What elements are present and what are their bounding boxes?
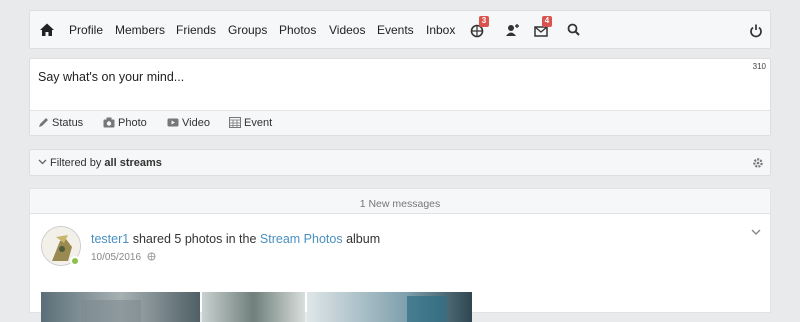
status-action-label: Status: [52, 117, 84, 129]
nav-friends[interactable]: Friends: [176, 23, 216, 37]
user-link[interactable]: tester1: [91, 232, 129, 246]
home-icon[interactable]: [37, 20, 57, 40]
photo-action-label: Photo: [118, 117, 147, 129]
event-action-button[interactable]: Event: [229, 117, 272, 129]
nav-members[interactable]: Members: [115, 23, 165, 37]
messages-envelope-icon[interactable]: 4: [532, 16, 552, 40]
status-input[interactable]: Say what's on your mind... 310: [30, 59, 770, 110]
privacy-globe-icon: [147, 252, 156, 261]
album-link[interactable]: Stream Photos: [260, 232, 343, 246]
activity-suffix: album: [346, 232, 381, 246]
photo-thumbnail[interactable]: [307, 292, 472, 322]
calendar-icon: [229, 117, 241, 128]
event-action-label: Event: [244, 117, 273, 129]
nav-groups[interactable]: Groups: [228, 23, 267, 37]
new-messages-label[interactable]: 1 New messages: [360, 198, 441, 210]
video-action-button[interactable]: Video: [167, 117, 210, 129]
notifications-badge: 3: [479, 16, 489, 27]
chevron-down-icon: [38, 159, 47, 165]
power-icon[interactable]: [746, 20, 766, 40]
stream-filter-bar: Filtered by all streams: [29, 149, 771, 176]
status-placeholder: Say what's on your mind...: [38, 70, 185, 84]
video-icon: [167, 118, 179, 127]
activity-headline: tester1 shared 5 photos in the Stream Ph…: [91, 232, 380, 246]
photo-action-button[interactable]: Photo: [103, 117, 147, 129]
nav-photos[interactable]: Photos: [279, 23, 316, 37]
item-options-chevron-icon[interactable]: [750, 226, 762, 238]
status-action-button[interactable]: Status: [38, 117, 83, 129]
stream-item: tester1 shared 5 photos in the Stream Ph…: [29, 213, 771, 322]
activity-text: shared 5 photos in the: [132, 232, 257, 246]
new-messages-bar[interactable]: 1 New messages: [29, 188, 771, 214]
filter-value: all streams: [104, 157, 162, 169]
nav-profile[interactable]: Profile: [69, 23, 103, 37]
gear-icon[interactable]: [752, 157, 764, 169]
friend-requests-icon[interactable]: [502, 20, 522, 40]
online-status-indicator: [70, 256, 80, 266]
activity-date: 10/05/2016: [91, 252, 156, 263]
date-text[interactable]: 10/05/2016: [91, 252, 141, 263]
nav-videos[interactable]: Videos: [329, 23, 365, 37]
filter-prefix: Filtered by: [50, 157, 102, 169]
stream-filter-toggle[interactable]: Filtered by all streams: [38, 157, 162, 169]
video-action-label: Video: [182, 117, 210, 129]
search-icon[interactable]: [564, 20, 584, 40]
nav-events[interactable]: Events: [377, 23, 414, 37]
nav-inbox[interactable]: Inbox: [426, 23, 455, 37]
top-navbar: Profile Members Friends Groups Photos Vi…: [29, 10, 771, 49]
notifications-globe-icon[interactable]: 3: [469, 16, 489, 40]
pencil-icon: [39, 118, 48, 127]
composer-action-bar: Status Photo Video Event: [30, 110, 770, 135]
messages-badge: 4: [542, 16, 552, 27]
photo-thumbnail[interactable]: [202, 292, 305, 322]
photo-thumbnail[interactable]: [41, 292, 200, 322]
character-counter: 310: [752, 62, 766, 71]
camera-icon: [103, 117, 115, 128]
status-composer: Say what's on your mind... 310 Status Ph…: [29, 58, 771, 136]
